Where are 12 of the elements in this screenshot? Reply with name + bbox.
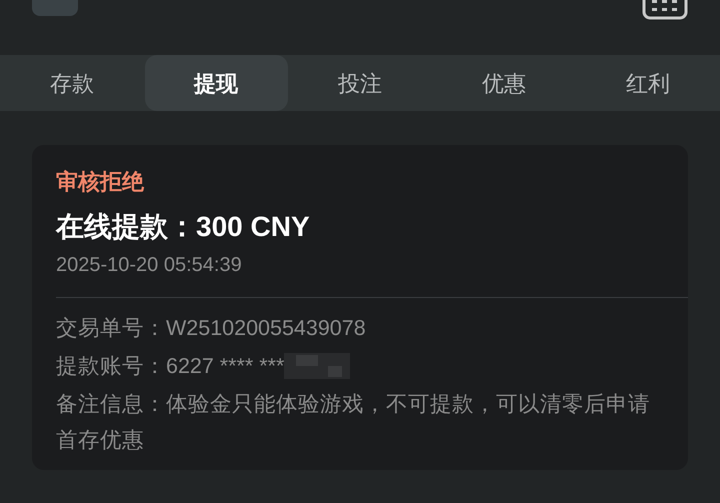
tab[interactable]: 优惠 (432, 55, 576, 111)
detail-text: 交易单号：W251020055439078 (56, 315, 366, 342)
tab[interactable]: 存款 (0, 55, 144, 111)
tab[interactable]: 提现 (144, 55, 288, 111)
tab[interactable]: 投注 (288, 55, 432, 111)
tab[interactable]: 红利 (576, 55, 720, 111)
record-time: 2025-10-20 05:54:39 (56, 253, 243, 278)
detail-text: 提款账号：6227 **** *** (56, 353, 284, 380)
redaction-mosaic (284, 353, 350, 379)
status-label: 审核拒绝 (56, 168, 146, 196)
detail-text: 备注信息：体验金只能体验游戏，不可提款，可以清零后申请首存优惠 (56, 391, 651, 454)
record-title: 在线提款：300 CNY (56, 210, 311, 244)
